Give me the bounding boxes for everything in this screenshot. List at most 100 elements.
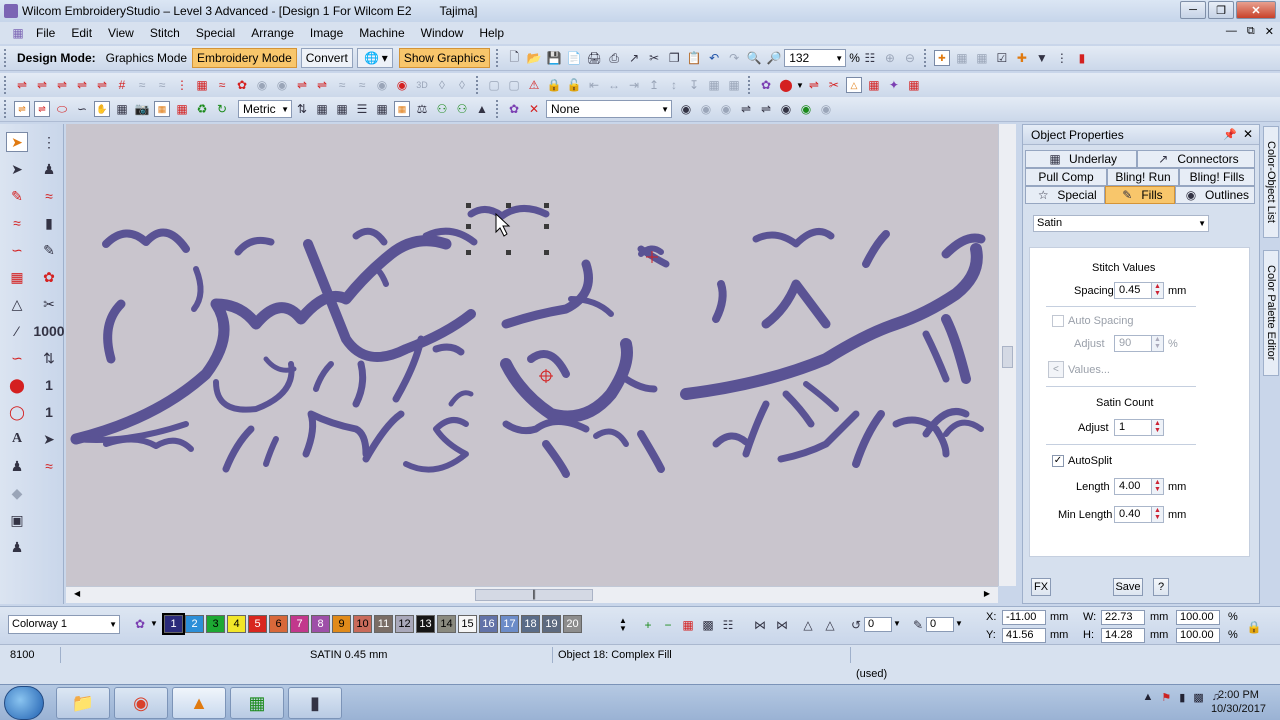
export-icon[interactable]: ↗ [626, 50, 642, 66]
pen-icon[interactable]: ✎ [6, 186, 28, 206]
zoom-in-icon[interactable]: ⊕ [882, 50, 898, 66]
stamp-icon[interactable]: ◊ [454, 77, 470, 93]
stitch-stroke[interactable] [467, 205, 550, 220]
ellipse-tool-icon[interactable]: ⬭ [54, 101, 70, 117]
stitch-player-icon[interactable]: ◉ [678, 101, 694, 117]
tray-device-icon[interactable]: ▮ [1179, 691, 1185, 704]
lock-proportion-icon[interactable]: 🔒 [1246, 619, 1262, 635]
save-button[interactable]: Save [1113, 578, 1143, 596]
stitch-stroke[interactable] [782, 390, 815, 428]
bottle-icon[interactable]: ▮ [38, 213, 60, 233]
satin-adjust-input[interactable]: 1 ▲ ▼ [1114, 419, 1164, 436]
stitch-stroke[interactable] [102, 228, 190, 253]
satin-icon[interactable]: ⇌ [14, 77, 30, 93]
stitch-stroke[interactable] [712, 280, 727, 323]
tray-network-icon[interactable]: ▩ [1193, 691, 1203, 704]
horizontal-scrollbar[interactable]: ◀ ║ ▶ [66, 586, 998, 603]
slow-redraw-icon[interactable]: ◉ [698, 101, 714, 117]
color-swatch[interactable]: 13 [416, 615, 435, 633]
stitch-stroke[interactable] [403, 417, 469, 473]
weight-icon[interactable]: ⚖ [414, 101, 430, 117]
design-canvas[interactable] [66, 124, 998, 586]
color-swatch[interactable]: 5 [248, 615, 267, 633]
stitch-stroke[interactable] [352, 360, 367, 408]
align-center-icon[interactable]: ↔ [606, 77, 622, 93]
tab-outlines[interactable]: ◉ Outlines [1175, 186, 1255, 204]
globe-dropdown[interactable]: 🌐 ▾ [356, 48, 393, 68]
color-swatch[interactable]: 14 [437, 615, 456, 633]
toolbar-grip[interactable] [496, 49, 500, 67]
clock[interactable]: 2:00 PM 10/30/2017 [1211, 688, 1266, 716]
freehand-icon[interactable]: ∽ [74, 101, 90, 117]
zoom-fit-icon[interactable]: ☷ [862, 50, 878, 66]
line-tool-icon[interactable]: ⁄ [6, 321, 28, 341]
chevron-down-icon[interactable]: ▼ [955, 619, 963, 628]
image-icon[interactable]: 📷 [134, 101, 150, 117]
stitch-stroke[interactable] [922, 330, 950, 383]
team-names-icon[interactable]: ♟ [6, 537, 28, 557]
group-icon[interactable]: ▢ [486, 77, 502, 93]
lock-icon[interactable]: 🔒 [546, 77, 562, 93]
stitch-list-icon[interactable]: ☰ [354, 101, 370, 117]
help-button[interactable]: ? [1153, 578, 1169, 596]
zoom-window-icon[interactable]: ⊖ [902, 50, 918, 66]
chevron-down-icon[interactable]: ▼ [150, 619, 158, 628]
spinner-icon[interactable]: ▲ ▼ [1151, 420, 1163, 435]
stitch-stroke[interactable] [222, 425, 255, 473]
wave-fill-icon[interactable]: ≈ [134, 77, 150, 93]
color-swatch[interactable]: 18 [521, 615, 540, 633]
taskbar-chrome[interactable]: ◉ [114, 687, 168, 719]
toolbar-grip[interactable] [923, 49, 928, 67]
stitch-stroke[interactable] [777, 410, 860, 463]
copy-icon[interactable]: ❐ [666, 50, 682, 66]
color-swatch[interactable]: 16 [479, 615, 498, 633]
color-tool-icon[interactable]: ✿ [38, 267, 60, 287]
remove-color-icon[interactable]: − [660, 617, 676, 633]
toolbar-grip[interactable] [748, 76, 752, 94]
color-swatch[interactable]: 2 [185, 615, 204, 633]
stitch-stroke[interactable] [263, 436, 279, 467]
cut-tool-icon[interactable]: ✂ [38, 294, 60, 314]
close-button[interactable]: ✕ [1236, 1, 1276, 19]
density-tool-icon[interactable]: ⇅ [38, 348, 60, 368]
swatch-scroll-icon[interactable]: ▲ ▼ [619, 617, 627, 633]
color-object-list-tab[interactable]: Color-Object List [1263, 126, 1279, 238]
mirror-v-icon[interactable]: ⋈ [774, 617, 790, 633]
min-length-input[interactable]: 0.40 ▲ ▼ [1114, 506, 1164, 523]
monogram-icon[interactable]: ♟ [6, 456, 28, 476]
stitch-stroke[interactable] [352, 227, 388, 246]
curve-tool-icon[interactable]: ∽ [6, 348, 28, 368]
stitch-stroke[interactable] [542, 440, 570, 478]
reshape-arrow-icon[interactable]: ➤ [6, 159, 28, 179]
spinner-icon[interactable]: ▲ ▼ [1151, 479, 1163, 494]
save-as-icon[interactable]: 📄 [566, 50, 582, 66]
toolbar-grip[interactable] [476, 76, 480, 94]
stitch-length-1-b[interactable]: 1 [38, 402, 60, 422]
paste-icon[interactable]: 📋 [686, 50, 702, 66]
ungroup-icon[interactable]: ▢ [506, 77, 522, 93]
space-icon[interactable]: ▦ [726, 77, 742, 93]
outline-tool-icon[interactable]: ⇌ [14, 101, 30, 117]
filter-icon[interactable]: ▼ [1034, 50, 1050, 66]
arrange-icon[interactable]: ▲ [474, 101, 490, 117]
color-swatch[interactable]: 11 [374, 615, 393, 633]
jump-icon[interactable]: ⇌ [758, 101, 774, 117]
restore-button[interactable]: ❐ [1208, 1, 1234, 19]
w-percent-input[interactable]: 100.00 [1176, 610, 1220, 625]
close-icon[interactable]: ✕ [1243, 127, 1253, 141]
sequence-icon[interactable]: △ [845, 77, 862, 93]
stitch-count-icon[interactable]: ▦ [374, 101, 390, 117]
doc-icon[interactable]: ▦ [10, 25, 26, 41]
units-select[interactable]: Metric ▼ [238, 100, 292, 118]
colorway-select[interactable]: Colorway 1 ▼ [8, 615, 120, 634]
color-swatch[interactable]: 20 [563, 615, 582, 633]
zigzag-tool-icon[interactable]: ≈ [38, 456, 60, 476]
spinner-icon[interactable]: ▲ ▼ [1151, 283, 1163, 298]
stitch-stroke[interactable] [527, 350, 570, 378]
color-swatch[interactable]: 3 [206, 615, 225, 633]
values-button-label[interactable]: Values... [1068, 364, 1110, 376]
zoom-select[interactable]: 132 ▼ [784, 49, 847, 67]
go-icon[interactable]: ◉ [798, 101, 814, 117]
align-left-icon[interactable]: ⇤ [586, 77, 602, 93]
menu-image[interactable]: Image [302, 26, 351, 40]
